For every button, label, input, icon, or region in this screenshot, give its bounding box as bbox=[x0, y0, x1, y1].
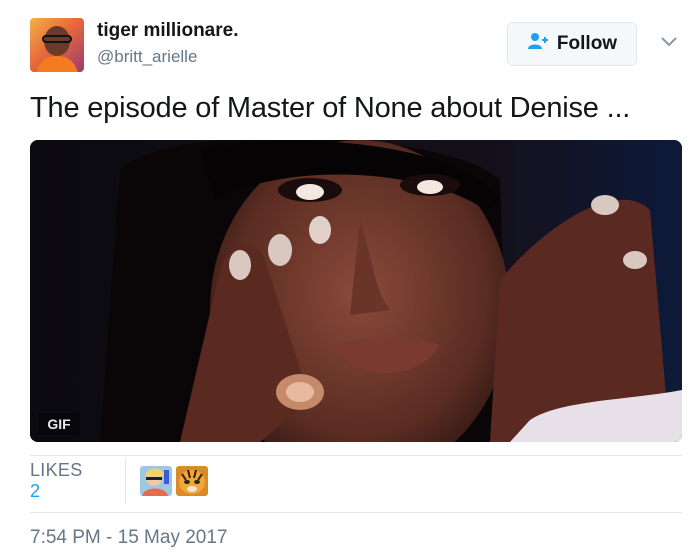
chevron-down-icon[interactable] bbox=[658, 30, 680, 52]
user-handle[interactable]: @britt_arielle bbox=[97, 47, 197, 67]
profile-avatar[interactable] bbox=[30, 18, 84, 72]
tweet-media-gif[interactable] bbox=[30, 140, 682, 442]
avatar-glasses bbox=[42, 35, 72, 43]
avatar-shirt bbox=[36, 56, 78, 72]
divider-top bbox=[30, 455, 682, 456]
gif-badge: GIF bbox=[38, 413, 80, 435]
likes-count[interactable]: 2 bbox=[30, 481, 40, 502]
display-name[interactable]: tiger millionare. bbox=[97, 20, 238, 42]
liker-avatar-2[interactable] bbox=[176, 466, 208, 496]
follow-button[interactable]: Follow bbox=[507, 22, 637, 66]
divider-bottom bbox=[30, 512, 682, 513]
tweet-timestamp[interactable]: 7:54 PM - 15 May 2017 bbox=[30, 527, 228, 549]
tweet-text: The episode of Master of None about Deni… bbox=[30, 92, 631, 124]
stats-separator bbox=[125, 458, 126, 504]
likes-label[interactable]: LIKES bbox=[30, 460, 83, 481]
follow-label: Follow bbox=[556, 33, 618, 54]
add-user-icon bbox=[527, 32, 549, 56]
liker-avatar-1[interactable] bbox=[140, 466, 172, 496]
